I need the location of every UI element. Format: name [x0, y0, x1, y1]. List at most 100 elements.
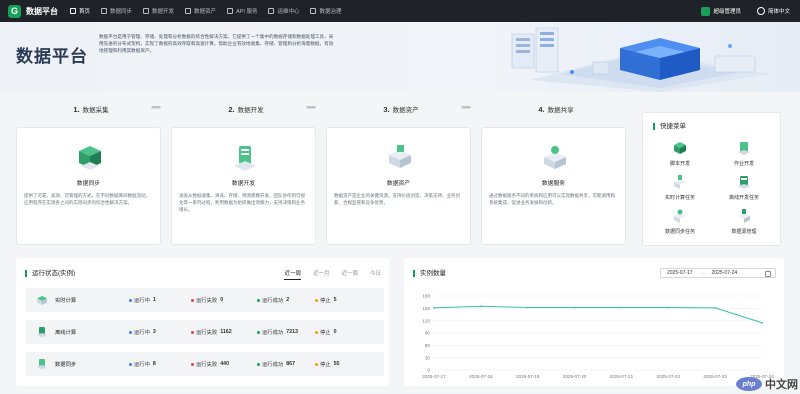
- date-start: 2025-07-17: [667, 270, 693, 276]
- y-tick-label: 60: [425, 343, 431, 348]
- nav-item-data-dev[interactable]: 数据开发: [143, 7, 174, 15]
- code-icon: [143, 8, 150, 14]
- top-navbar: G 数据平台 首页 数据同步 数据开发 数据资产 API 服务 运维中心 数据治…: [0, 0, 800, 22]
- stat-running: 运行中 3: [129, 328, 191, 336]
- stat-stopped: 停止 55: [315, 360, 340, 368]
- card-data-sync[interactable]: 数据同步 提供了可靠、高效、可管理的方式，在不同数据库间数据流动，应用程序在实现…: [16, 127, 161, 245]
- workflow-steps: 1. 数据采集 ››››››››› 2. 数据开发 ››››››››› 3. 数据资产…: [16, 104, 636, 116]
- nav-item-api-service[interactable]: API 服务: [227, 7, 257, 15]
- quick-item-sync-task[interactable]: 数据同步任务: [655, 209, 705, 235]
- brand-logo[interactable]: G 数据平台: [8, 4, 58, 18]
- status-row: 数据同步 运行中 8 运行失败 440 运行成功 867 停止 55: [26, 352, 384, 376]
- y-tick-label: 90: [425, 331, 431, 336]
- card-description: 涵盖从数据收集、清洗、存储、预测建模开发、团队协作到可视化等一系列过程，利用数据…: [179, 193, 305, 212]
- datasource-icon: [738, 209, 750, 223]
- data-point: [433, 307, 435, 309]
- job-icon: [738, 142, 750, 155]
- y-tick-label: 120: [422, 318, 430, 323]
- data-assets-icon: [389, 145, 411, 168]
- row-name: 实时计算: [55, 298, 77, 304]
- dot-icon: [129, 362, 132, 366]
- realtime-compute-icon: [37, 296, 47, 305]
- main-menu: 首页 数据同步 数据开发 数据资产 API 服务 运维中心 数据治理: [70, 7, 353, 15]
- card-data-service[interactable]: 数据服务 通过数据服务不同的系统和应用可以实现数据共享，可能调用和系统集成，促进…: [481, 127, 626, 245]
- data-point: [761, 321, 763, 324]
- stat-success: 运行成功 2: [257, 296, 315, 304]
- stat-failed: 运行失败 0: [191, 296, 257, 304]
- y-tick-label: 30: [425, 355, 431, 360]
- y-tick-label: 180: [422, 294, 430, 299]
- nav-item-data-sync[interactable]: 数据同步: [101, 7, 132, 15]
- quick-menu: 快捷菜单 脚本开发 作业开发 实时计算任务 离线开发任务 数据同步任务 数据源管…: [642, 112, 781, 246]
- quick-item-realtime-task[interactable]: 实时计算任务: [655, 175, 705, 201]
- date-end: 2025-07-24: [711, 270, 738, 276]
- dot-icon: [191, 362, 194, 366]
- dot-icon: [129, 298, 132, 302]
- realtime-icon: [674, 175, 686, 189]
- range-tab[interactable]: 今日: [370, 269, 381, 280]
- date-range-picker[interactable]: 2025-07-17 → 2025-07-24: [660, 268, 776, 278]
- nav-item-data-assets[interactable]: 数据资产: [185, 7, 216, 15]
- nav-item-home[interactable]: 首页: [70, 7, 90, 15]
- dot-icon: [257, 298, 260, 302]
- avatar: [701, 6, 711, 16]
- range-tab[interactable]: 近一周: [341, 269, 358, 280]
- run-status-panel: 运行状态(实例) 近一周 近一月 近一周 今日 实时计算 运行中 1 运行失败 0 …: [16, 258, 389, 386]
- card-data-assets[interactable]: 数据资产 数据资产是企业的关键资源，支持价值创造、决策支持、业务创新、合规监管和…: [326, 127, 471, 245]
- home-icon: [70, 8, 76, 14]
- stat-success: 运行成功 867: [257, 360, 315, 368]
- nav-item-governance[interactable]: 数据治理: [310, 7, 342, 15]
- logo-icon: G: [8, 4, 21, 18]
- stat-failed: 运行失败 1162: [191, 328, 257, 336]
- api-icon: [227, 8, 234, 14]
- stat-running: 运行中 1: [129, 296, 191, 304]
- quick-item-offline-task[interactable]: 离线开发任务: [719, 175, 769, 201]
- card-data-dev[interactable]: 数据开发 涵盖从数据收集、清洗、存储、预测建模开发、团队协作到可视化等一系列过程…: [171, 127, 316, 245]
- stat-success: 运行成功 7213: [257, 328, 315, 336]
- dot-icon: [315, 362, 318, 366]
- database-icon: [185, 8, 192, 14]
- x-tick-label: 2025-07-22: [657, 374, 681, 379]
- step-arrow: ›››››››››: [461, 105, 471, 111]
- sync-task-icon: [674, 209, 686, 223]
- language-switcher[interactable]: 简体中文: [756, 7, 790, 15]
- dot-icon: [315, 330, 318, 334]
- dot-icon: [191, 298, 194, 302]
- stat-running: 运行中 8: [129, 360, 191, 368]
- data-dev-icon: [234, 146, 256, 171]
- shield-icon: [310, 8, 317, 14]
- quick-item-script-dev[interactable]: 脚本开发: [655, 141, 705, 167]
- watermark-text: 中文网: [765, 379, 798, 391]
- data-center-illustration-icon: [511, 27, 770, 92]
- offline-icon: [738, 176, 750, 189]
- instance-count-panel: 实例数量 2025-07-17 → 2025-07-24 0 30 60 90 120 1…: [404, 258, 784, 386]
- range-tab[interactable]: 近一月: [313, 269, 330, 280]
- data-point: [526, 306, 529, 309]
- step-share: 4. 数据共享: [538, 105, 574, 114]
- step-arrow: ›››››››››: [151, 105, 161, 111]
- step-collect: 1. 数据采集: [73, 105, 109, 114]
- card-description: 数据资产是企业的关键资源，支持价值创造、决策支持、业务创新、合规监管和竞争优势。: [334, 193, 460, 205]
- data-point: [714, 307, 717, 309]
- dot-icon: [191, 330, 194, 334]
- step-arrow: ›››››››››: [306, 105, 316, 111]
- x-tick-label: 2025-07-23: [703, 374, 727, 379]
- banner-description: 数据平台是用于管理、存储、处理和分析数据的综合性解决方案。它提供了一个集中的数据…: [99, 34, 334, 53]
- user-menu[interactable]: 超级管理员: [701, 6, 741, 16]
- banner-title: 数据平台: [16, 47, 88, 66]
- dot-icon: [129, 330, 132, 334]
- row-name: 数据同步: [55, 362, 77, 368]
- stat-stopped: 停止 0: [315, 328, 337, 336]
- range-tab[interactable]: 近一周: [284, 269, 301, 280]
- quick-item-datasource[interactable]: 数据源管理: [719, 209, 769, 235]
- quick-item-job-dev[interactable]: 作业开发: [719, 141, 769, 167]
- nav-item-ops-center[interactable]: 运维中心: [268, 7, 299, 15]
- data-point: [479, 305, 482, 308]
- calendar-icon: [765, 270, 771, 277]
- x-tick-label: 2025-07-19: [516, 374, 540, 379]
- panel-title: 实例数量: [413, 270, 446, 277]
- quick-menu-title: 快捷菜单: [653, 123, 686, 130]
- range-tabs: 近一周 近一月 近一周 今日: [272, 269, 381, 280]
- step-assets: 3. 数据资产: [383, 105, 419, 114]
- dot-icon: [315, 298, 318, 302]
